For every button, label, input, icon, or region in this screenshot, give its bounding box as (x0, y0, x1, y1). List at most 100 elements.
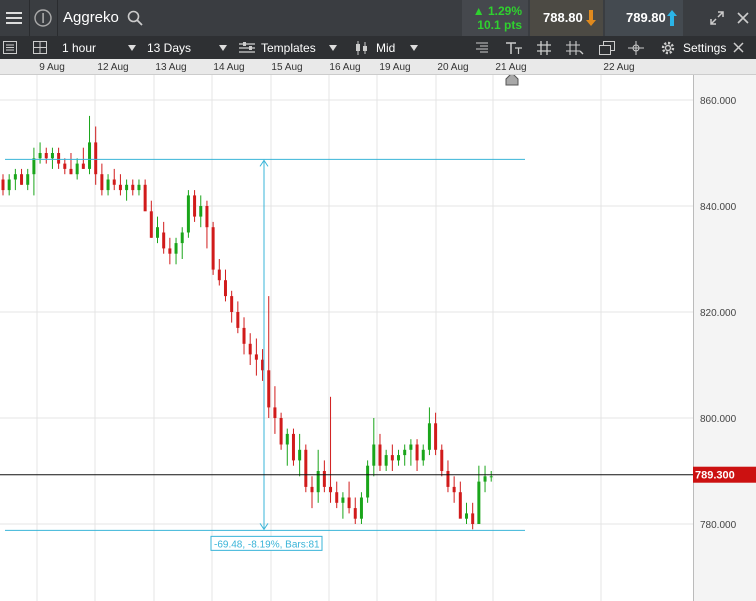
candle-body (310, 486, 314, 493)
y-tick-label: 820.000 (700, 308, 737, 319)
layout-button[interactable] (33, 36, 47, 59)
date-label: 22 Aug (603, 62, 635, 73)
candle-body (452, 486, 456, 493)
info-button[interactable] (30, 0, 56, 36)
candle-body (100, 174, 104, 191)
crosshair-icon (628, 40, 644, 55)
candle-body (322, 471, 326, 487)
info-circle-icon (34, 9, 52, 27)
windows-button[interactable] (599, 36, 615, 59)
date-label: 15 Aug (271, 62, 303, 73)
change-indicator: ▲ 1.29% 10.1 pts (462, 0, 528, 36)
separator (57, 0, 58, 36)
instrument-title: Aggreko (63, 9, 119, 26)
range-dropdown[interactable]: 13 Days (140, 36, 230, 59)
windows-icon (599, 40, 615, 55)
candle-body (329, 486, 333, 493)
candle-body (273, 407, 277, 418)
candle-body (434, 423, 438, 450)
settings-label: Settings (683, 40, 727, 55)
search-button[interactable] (124, 0, 146, 36)
candle-body (279, 418, 283, 445)
candle-body (186, 195, 190, 233)
candle-body (372, 444, 376, 466)
current-price-label: 789.300 (695, 470, 735, 482)
buy-button[interactable]: 789.80 (605, 0, 683, 36)
grid-icon (537, 40, 551, 55)
candle-body (359, 497, 363, 519)
y-tick-label: 780.000 (700, 520, 737, 531)
candle-body (378, 444, 382, 466)
candle-body (254, 354, 258, 360)
candle-body (489, 476, 493, 478)
indicators-button[interactable] (474, 36, 490, 59)
candle-body (446, 471, 450, 487)
date-label: 21 Aug (495, 62, 527, 73)
date-label: 12 Aug (97, 62, 129, 73)
candle-body (236, 312, 240, 328)
interval-label: 1 hour (62, 40, 97, 55)
candle-body (162, 232, 166, 249)
close-button[interactable] (731, 0, 755, 36)
crosshair-grid-button[interactable] (566, 36, 584, 59)
candle-body (199, 206, 203, 217)
candle-body (180, 232, 184, 244)
candle-body (335, 492, 339, 503)
candle-body (149, 211, 153, 238)
candle-body (156, 227, 159, 238)
candle-body (168, 248, 172, 254)
candle-body (409, 444, 413, 450)
templates-icon (239, 41, 255, 53)
close-panel-button[interactable] (733, 36, 744, 59)
gear-icon (661, 41, 675, 54)
text-tool-button[interactable] (505, 36, 523, 59)
list-view-button[interactable] (3, 36, 17, 59)
candle-body (7, 179, 11, 191)
chart-toolbar: 1 hour 13 Days Templates Mid Settings (0, 36, 756, 59)
candle-body (26, 174, 30, 185)
interval-dropdown[interactable]: 1 hour (55, 36, 139, 59)
candle-body (477, 481, 481, 524)
expand-button[interactable] (705, 0, 729, 36)
measure-label: -69.48, -8.19%, Bars:81 (214, 539, 320, 550)
candle-body (75, 163, 79, 175)
grid-button[interactable] (537, 36, 551, 59)
down-arrow-icon (586, 10, 596, 26)
list-icon (3, 41, 17, 54)
candles-icon (356, 40, 367, 55)
chevron-down-icon (128, 44, 136, 51)
candle-body (390, 455, 394, 461)
crosshair-button[interactable] (628, 36, 644, 59)
date-label: 9 Aug (39, 62, 65, 73)
change-points: 10.1 pts (477, 18, 522, 32)
chart-plot[interactable]: 860.000 840.000 820.000 800.000 780.000 -69.4… (0, 75, 756, 601)
candle-body (44, 153, 48, 159)
candle-body (458, 492, 462, 519)
price-chart[interactable]: 860.000 840.000 820.000 800.000 780.000 -69.4… (0, 75, 756, 601)
candle-body (1, 179, 5, 191)
candle-body (217, 269, 221, 281)
date-label: 14 Aug (213, 62, 245, 73)
sell-button[interactable]: 788.80 (530, 0, 603, 36)
candle-body (316, 471, 320, 493)
date-axis: 9 Aug 12 Aug 13 Aug 14 Aug 15 Aug 16 Aug… (0, 59, 756, 75)
candle-body (211, 227, 215, 270)
candle-body (285, 433, 289, 445)
range-label: 13 Days (147, 40, 192, 55)
candle-body (69, 168, 73, 175)
price-type-dropdown[interactable]: Mid (350, 36, 424, 59)
candle-body (267, 370, 271, 408)
candle-body (341, 497, 345, 503)
change-percent: ▲ 1.29% (472, 4, 522, 18)
candle-body (248, 343, 252, 355)
settings-button[interactable]: Settings (660, 36, 726, 59)
candle-body (94, 142, 98, 175)
templates-dropdown[interactable]: Templates (235, 36, 343, 59)
candle-body (403, 449, 407, 456)
candle-body (57, 153, 61, 164)
candle-body (440, 449, 444, 471)
menu-button[interactable] (0, 0, 28, 36)
candle-body (415, 444, 419, 461)
candle-body (118, 184, 122, 191)
close-icon (737, 12, 749, 24)
